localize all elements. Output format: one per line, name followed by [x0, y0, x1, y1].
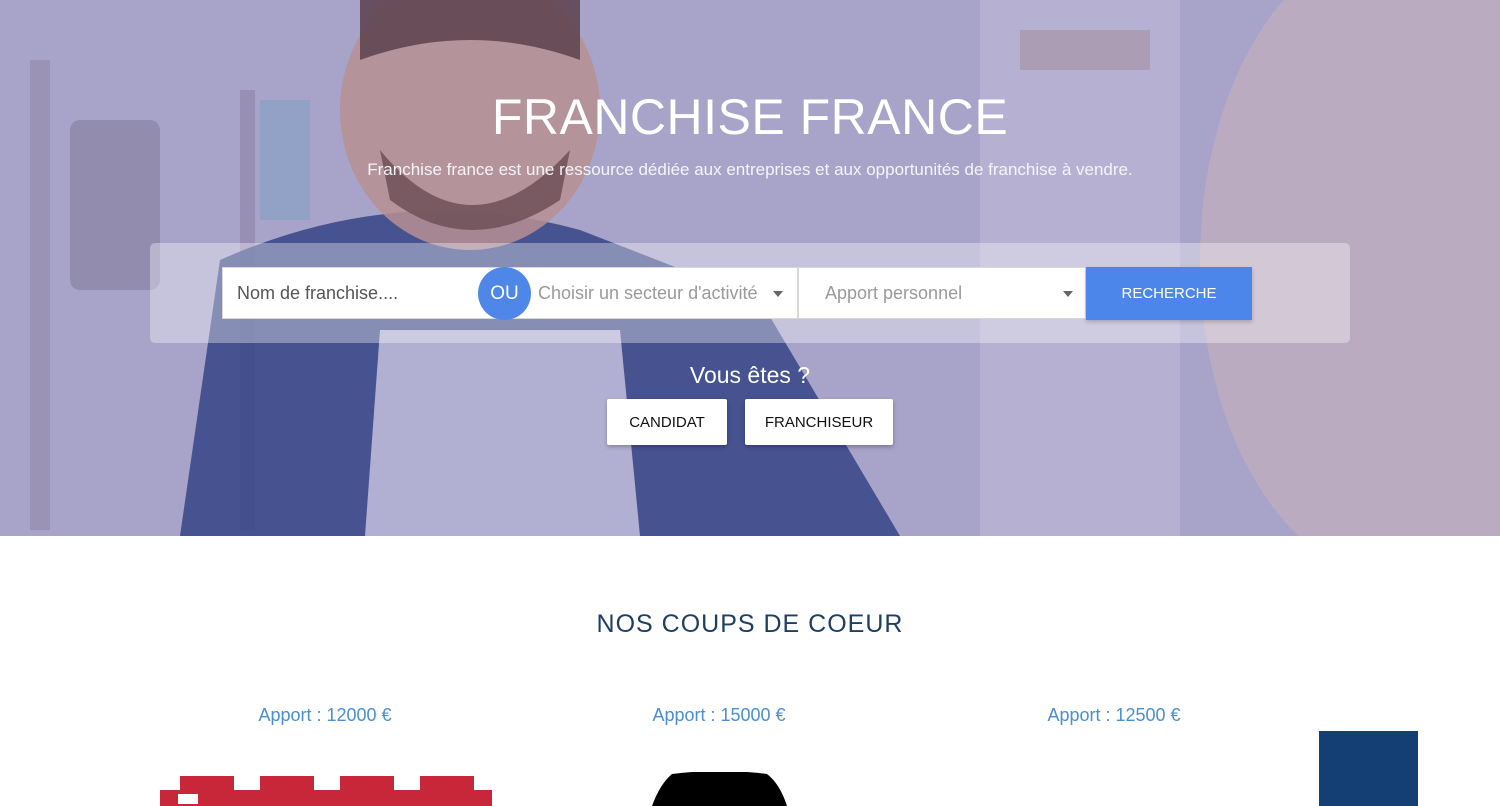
franchise-name-input[interactable] [223, 268, 508, 318]
franchise-name-field[interactable] [222, 267, 509, 319]
page-subtitle: Franchise france est une ressource dédié… [367, 160, 1133, 179]
page-title: FRANCHISE FRANCE [491, 89, 1009, 145]
apport-select[interactable]: Apport personnel [798, 267, 1086, 319]
ou-badge: OU [478, 267, 531, 320]
chevron-down-icon [773, 291, 783, 297]
franchise-logo-red[interactable] [160, 772, 492, 806]
sector-select[interactable]: Choisir un secteur d'activité [509, 267, 798, 319]
franchiseur-button[interactable]: FRANCHISEUR [745, 399, 893, 445]
search-button[interactable]: RECHERCHE [1086, 267, 1252, 320]
featured-section-title: NOS COUPS DE COEUR [596, 610, 904, 638]
featured-item-apport[interactable]: Apport : 15000 € [569, 705, 869, 726]
franchise-logo-black[interactable] [652, 772, 787, 806]
franchise-logo-blue[interactable] [1319, 731, 1418, 806]
chevron-down-icon [1063, 291, 1073, 297]
featured-item-apport[interactable]: Apport : 12000 € [175, 705, 475, 726]
sector-select-value: Choisir un secteur d'activité [538, 283, 758, 303]
candidat-button[interactable]: CANDIDAT [607, 399, 727, 445]
apport-select-value: Apport personnel [825, 283, 963, 303]
role-question: Vous êtes ? [689, 362, 811, 388]
featured-item-apport[interactable]: Apport : 12500 € [964, 705, 1264, 726]
